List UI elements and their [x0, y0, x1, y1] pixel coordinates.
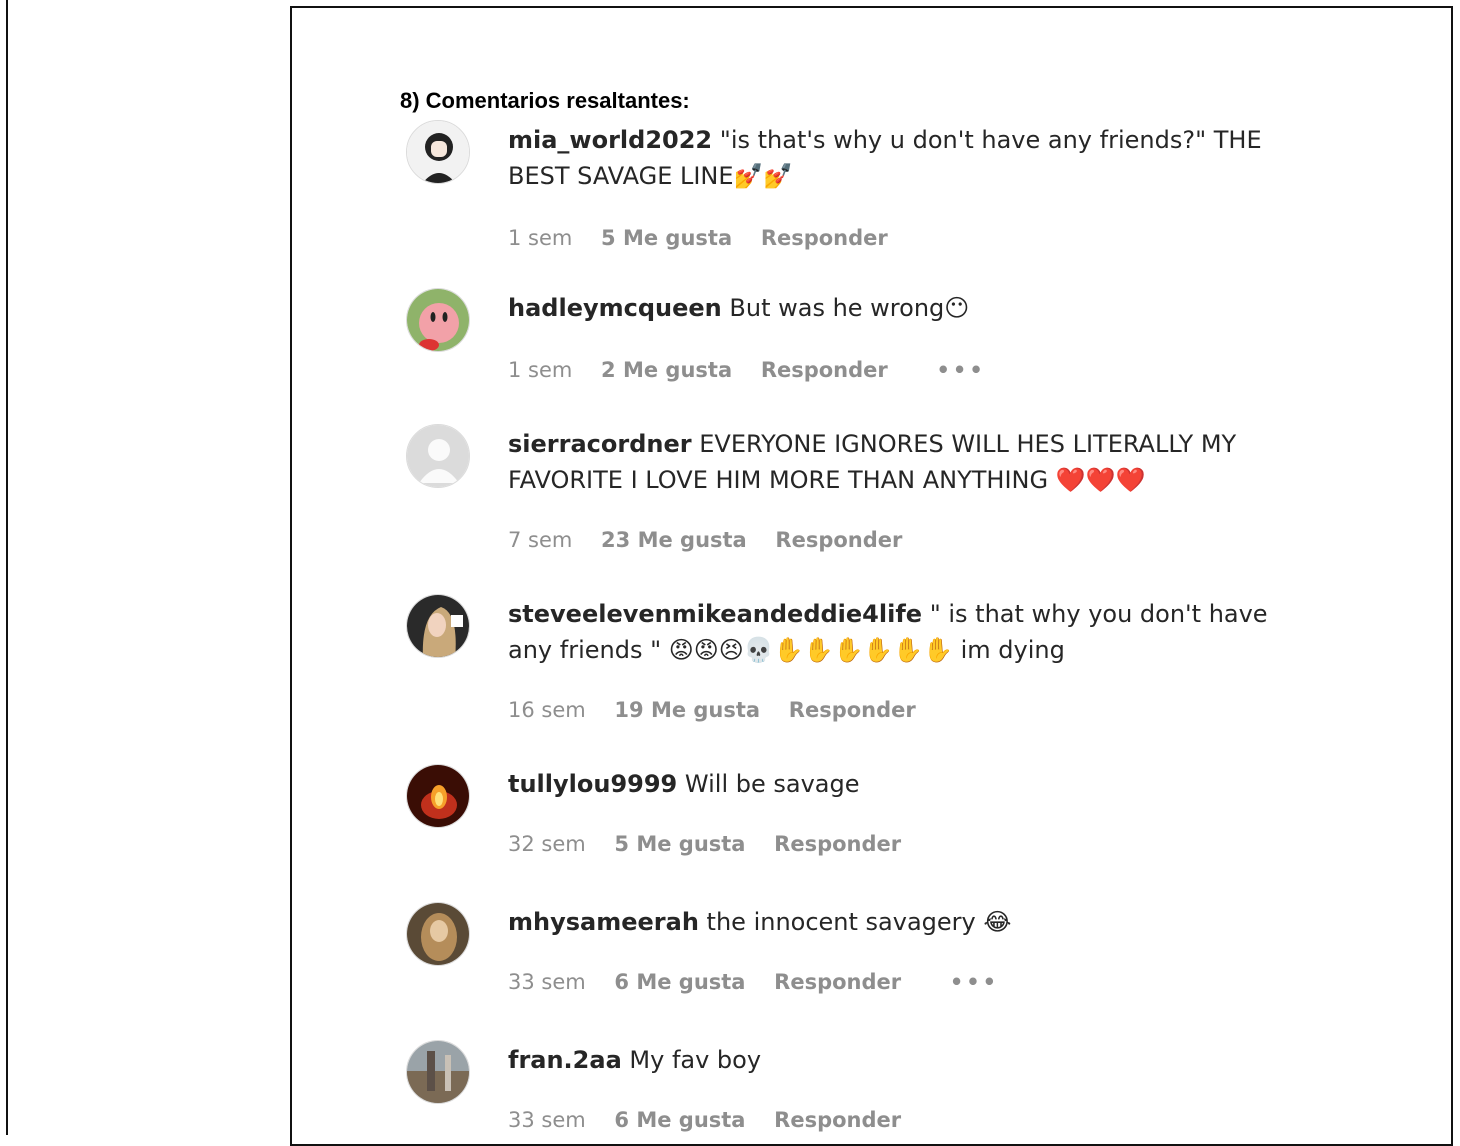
reply-button[interactable]: Responder	[775, 528, 902, 552]
avatar[interactable]	[406, 120, 470, 184]
comment-body: But was he wrong😶	[729, 294, 970, 322]
reply-button[interactable]: Responder	[761, 226, 888, 250]
comment-time: 33 sem	[508, 970, 586, 994]
comment-time: 33 sem	[508, 1108, 586, 1132]
comment-meta: 1 sem 2 Me gusta Responder •••	[508, 358, 1008, 382]
comment-meta: 7 sem 23 Me gusta Responder	[508, 528, 924, 552]
comment-text: mia_world2022 "is that's why u don't hav…	[508, 122, 1288, 194]
reply-button[interactable]: Responder	[774, 1108, 901, 1132]
comment-likes[interactable]: 6 Me gusta	[614, 1108, 745, 1132]
more-options-icon[interactable]: •••	[936, 358, 985, 382]
comment-likes[interactable]: 6 Me gusta	[614, 970, 745, 994]
comment-meta: 32 sem 5 Me gusta Responder	[508, 832, 923, 856]
comment-text: sierracordner EVERYONE IGNORES WILL HES …	[508, 426, 1288, 498]
reply-button[interactable]: Responder	[761, 358, 888, 382]
comment-username[interactable]: fran.2aa	[508, 1046, 622, 1074]
comment-body: Will be savage	[684, 770, 860, 798]
comment-likes[interactable]: 5 Me gusta	[614, 832, 745, 856]
comment-meta: 1 sem 5 Me gusta Responder	[508, 226, 910, 250]
comment-text: mhysameerah the innocent savagery 😂	[508, 904, 1288, 940]
comment-likes[interactable]: 5 Me gusta	[601, 226, 732, 250]
reply-button[interactable]: Responder	[789, 698, 916, 722]
comment-time: 1 sem	[508, 358, 573, 382]
avatar[interactable]	[406, 902, 470, 966]
comment-username[interactable]: hadleymcqueen	[508, 294, 722, 322]
reply-button[interactable]: Responder	[774, 832, 901, 856]
avatar[interactable]	[406, 424, 470, 488]
comment-time: 32 sem	[508, 832, 586, 856]
comment-likes[interactable]: 2 Me gusta	[601, 358, 732, 382]
comment-text: hadleymcqueen But was he wrong😶	[508, 290, 1288, 326]
reply-button[interactable]: Responder	[774, 970, 901, 994]
comment-username[interactable]: tullylou9999	[508, 770, 677, 798]
comment-username[interactable]: steveelevenmikeandeddie4life	[508, 600, 922, 628]
comment-meta: 16 sem 19 Me gusta Responder	[508, 698, 938, 722]
comment-text: tullylou9999 Will be savage	[508, 766, 1288, 802]
comment-meta: 33 sem 6 Me gusta Responder •••	[508, 970, 1021, 994]
more-options-icon[interactable]: •••	[950, 970, 999, 994]
comment-list: mia_world2022 "is that's why u don't hav…	[0, 0, 1460, 1135]
avatar[interactable]	[406, 594, 470, 658]
comment-time: 7 sem	[508, 528, 573, 552]
comment-username[interactable]: sierracordner	[508, 430, 692, 458]
comment-username[interactable]: mia_world2022	[508, 126, 712, 154]
comment-body: the innocent savagery 😂	[706, 908, 1012, 936]
comment-likes[interactable]: 19 Me gusta	[614, 698, 760, 722]
comment-text: fran.2aa My fav boy	[508, 1042, 1288, 1078]
avatar[interactable]	[406, 1040, 470, 1104]
avatar[interactable]	[406, 764, 470, 828]
comment-body: My fav boy	[629, 1046, 762, 1074]
comment-time: 1 sem	[508, 226, 573, 250]
comment-meta: 33 sem 6 Me gusta Responder	[508, 1108, 923, 1132]
comment-text: steveelevenmikeandeddie4life " is that w…	[508, 596, 1288, 668]
comment-likes[interactable]: 23 Me gusta	[601, 528, 747, 552]
avatar[interactable]	[406, 288, 470, 352]
comment-username[interactable]: mhysameerah	[508, 908, 699, 936]
comment-time: 16 sem	[508, 698, 586, 722]
